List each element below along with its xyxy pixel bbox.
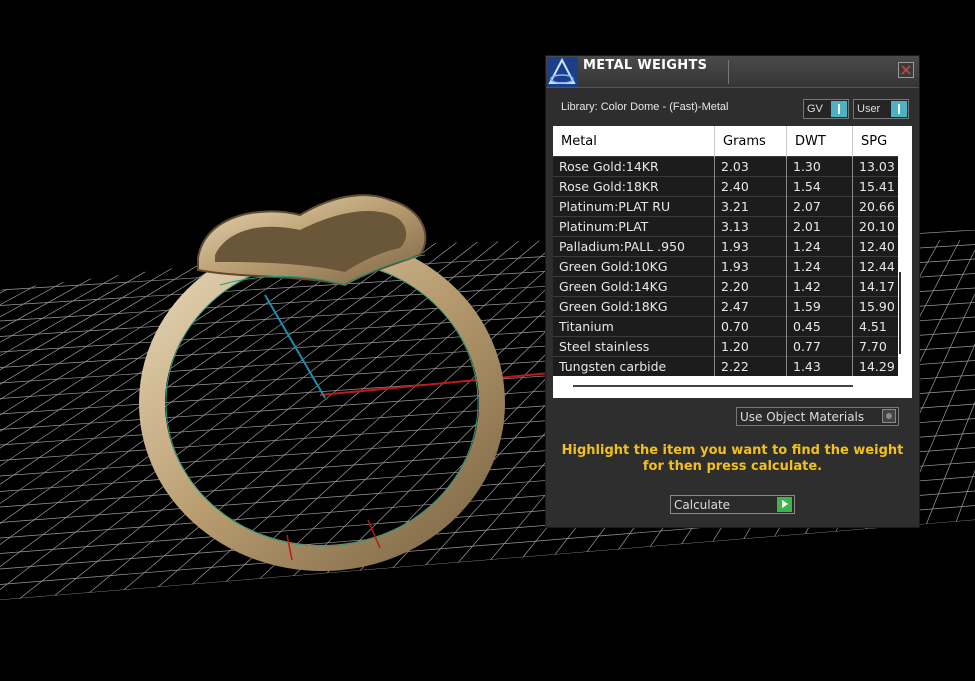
play-arrow-icon — [777, 497, 792, 512]
cell-grams: 3.13 — [714, 216, 787, 237]
cell-spg: 7.70 — [852, 336, 898, 357]
cell-dwt: 1.24 — [786, 236, 853, 257]
cell-dwt: 2.01 — [786, 216, 853, 237]
cell-metal: Steel stainless — [553, 336, 715, 357]
instruction-text: Highlight the item you want to find the … — [561, 443, 904, 474]
metal-weights-panel: METAL WEIGHTS Library: Color Dome - (Fas… — [545, 55, 920, 528]
app-logo-icon — [547, 57, 578, 87]
column-header-dwt[interactable]: DWT — [786, 126, 853, 157]
cell-grams: 2.47 — [714, 296, 787, 317]
cell-dwt: 2.07 — [786, 196, 853, 217]
cell-grams: 2.22 — [714, 356, 787, 376]
cell-grams: 1.20 — [714, 336, 787, 357]
user-toggle[interactable]: User — [853, 99, 909, 119]
cell-dwt: 0.77 — [786, 336, 853, 357]
use-object-materials-toggle[interactable]: Use Object Materials — [736, 407, 899, 426]
cell-metal: Platinum:PLAT RU — [553, 196, 715, 217]
cell-spg: 15.90 — [852, 296, 898, 317]
table-row[interactable]: Platinum:PLAT 3.13 2.01 20.10 — [553, 216, 898, 237]
cell-spg: 14.29 — [852, 356, 898, 376]
x-axis-line — [319, 371, 561, 396]
cell-metal: Rose Gold:18KR — [553, 176, 715, 197]
cell-grams: 2.20 — [714, 276, 787, 297]
cell-spg: 13.03 — [852, 156, 898, 177]
close-icon — [901, 65, 911, 75]
panel-title: METAL WEIGHTS — [583, 58, 708, 73]
radio-icon — [882, 409, 896, 423]
cell-metal: Green Gold:10KG — [553, 256, 715, 277]
cell-spg: 15.41 — [852, 176, 898, 197]
cell-metal: Green Gold:18KG — [553, 296, 715, 317]
cell-metal: Palladium:PALL .950 — [553, 236, 715, 257]
cell-grams: 2.40 — [714, 176, 787, 197]
library-label: Library: Color Dome - (Fast)-Metal — [561, 101, 729, 113]
cell-grams: 3.21 — [714, 196, 787, 217]
cell-dwt: 1.43 — [786, 356, 853, 376]
vertical-scrollbar[interactable] — [899, 272, 901, 354]
cell-dwt: 1.42 — [786, 276, 853, 297]
cell-spg: 20.10 — [852, 216, 898, 237]
column-header-grams[interactable]: Grams — [714, 126, 787, 157]
cell-spg: 14.17 — [852, 276, 898, 297]
cell-grams: 1.93 — [714, 236, 787, 257]
cell-metal: Titanium — [553, 316, 715, 337]
user-toggle-label: User — [857, 103, 881, 115]
table-row[interactable]: Titanium 0.70 0.45 4.51 — [553, 316, 898, 337]
panel-title-bar[interactable]: METAL WEIGHTS — [546, 56, 919, 88]
cell-dwt: 0.45 — [786, 316, 853, 337]
cell-metal: Green Gold:14KG — [553, 276, 715, 297]
use-object-materials-label: Use Object Materials — [740, 410, 865, 424]
table-row[interactable]: Green Gold:10KG 1.93 1.24 12.44 — [553, 256, 898, 277]
table-row[interactable]: Palladium:PALL .950 1.93 1.24 12.40 — [553, 236, 898, 257]
cell-spg: 4.51 — [852, 316, 898, 337]
table-header-row: Metal Grams DWT SPG — [553, 126, 898, 157]
cell-dwt: 1.59 — [786, 296, 853, 317]
cell-grams: 2.03 — [714, 156, 787, 177]
table-row[interactable]: Green Gold:14KG 2.20 1.42 14.17 — [553, 276, 898, 297]
calculate-button[interactable]: Calculate — [670, 495, 795, 514]
toggle-knob-icon — [891, 101, 907, 117]
title-divider — [728, 60, 729, 84]
column-header-spg[interactable]: SPG — [852, 126, 898, 157]
horizontal-scrollbar[interactable] — [573, 385, 853, 387]
calculate-label: Calculate — [674, 498, 731, 512]
gv-toggle-label: GV — [807, 103, 823, 115]
cell-dwt: 1.24 — [786, 256, 853, 277]
cell-metal: Platinum:PLAT — [553, 216, 715, 237]
table-row[interactable]: Platinum:PLAT RU 3.21 2.07 20.66 — [553, 196, 898, 217]
cell-metal: Tungsten carbide — [553, 356, 715, 376]
close-button[interactable] — [898, 62, 914, 78]
gv-toggle[interactable]: GV — [803, 99, 849, 119]
cell-spg: 20.66 — [852, 196, 898, 217]
column-header-metal[interactable]: Metal — [553, 126, 715, 157]
toggle-knob-icon — [831, 101, 847, 117]
cell-grams: 1.93 — [714, 256, 787, 277]
table-row[interactable]: Green Gold:18KG 2.47 1.59 15.90 — [553, 296, 898, 317]
table-row[interactable]: Rose Gold:14KR 2.03 1.30 13.03 — [553, 156, 898, 177]
metal-table[interactable]: Metal Grams DWT SPG Rose Gold:14KR 2.03 1.… — [553, 126, 912, 398]
cell-metal: Rose Gold:14KR — [553, 156, 715, 177]
cell-dwt: 1.30 — [786, 156, 853, 177]
cell-grams: 0.70 — [714, 316, 787, 337]
ring-model[interactable] — [139, 194, 505, 571]
table-row[interactable]: Steel stainless 1.20 0.77 7.70 — [553, 336, 898, 357]
table-row[interactable]: Tungsten carbide 2.22 1.43 14.29 — [553, 356, 898, 376]
cell-spg: 12.44 — [852, 256, 898, 277]
table-row[interactable]: Rose Gold:18KR 2.40 1.54 15.41 — [553, 176, 898, 197]
cell-spg: 12.40 — [852, 236, 898, 257]
cell-dwt: 1.54 — [786, 176, 853, 197]
